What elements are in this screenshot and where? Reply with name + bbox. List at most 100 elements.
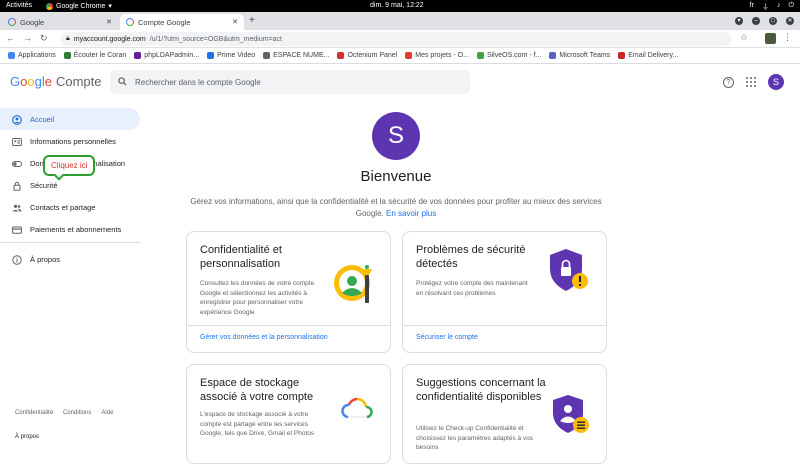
close-tab-icon[interactable]: ✕ xyxy=(106,18,112,26)
reload-icon[interactable]: ↻ xyxy=(40,33,48,44)
card-securite[interactable]: Problèmes de sécurité détectés Protégez … xyxy=(402,231,607,353)
bookmark-item[interactable]: Mes projets - O... xyxy=(405,52,469,59)
bookmarks-bar: Applications Écouter le Coran phpLDAPadmin… xyxy=(0,48,800,64)
minimize-icon[interactable]: – xyxy=(752,17,760,25)
page-title: Bienvenue xyxy=(360,168,432,185)
tab-google[interactable]: Google ✕ xyxy=(2,14,118,30)
card-stockage[interactable]: Espace de stockage associé à votre compt… xyxy=(186,364,391,464)
bookmark-favicon-icon xyxy=(134,52,142,59)
bookmark-item[interactable]: Octenium Panel xyxy=(337,52,397,59)
volume-icon[interactable]: ♪ xyxy=(777,2,781,12)
back-icon[interactable]: ← xyxy=(6,33,15,44)
activities-button[interactable]: Activités xyxy=(6,2,32,9)
url-path: /u/1/?utm_source=OGB&utm_medium=act xyxy=(149,35,283,43)
search-input[interactable]: Rechercher dans le compte Google xyxy=(110,70,470,94)
bookmark-item[interactable]: Prime Video xyxy=(207,52,255,59)
sidebar-item-securite[interactable]: Sécurité xyxy=(0,174,140,196)
apps-grid-icon xyxy=(8,52,15,59)
bookmark-favicon-icon xyxy=(405,52,413,59)
chrome-icon xyxy=(46,2,53,10)
search-placeholder: Rechercher dans le compte Google xyxy=(135,77,261,87)
sidebar-item-apropos[interactable]: À propos xyxy=(0,248,140,270)
help-icon[interactable]: ? xyxy=(723,76,734,88)
bookmark-favicon-icon xyxy=(337,52,345,59)
apps-grid-icon[interactable] xyxy=(746,77,756,87)
sidebar-item-label: Accueil xyxy=(30,114,55,124)
app-name: Google Chrome xyxy=(56,2,106,10)
google-wordmark: Google xyxy=(10,74,52,89)
bookmark-favicon-icon xyxy=(618,52,626,59)
bookmark-item[interactable]: ESPACE NUME... xyxy=(263,52,329,59)
bookmark-label: Applications xyxy=(18,52,56,59)
sidebar-item-paiements[interactable]: Paiements et abonnements xyxy=(0,218,140,240)
google-favicon-icon xyxy=(126,18,134,26)
clock[interactable]: dim. 9 mai, 12:22 xyxy=(370,2,424,9)
account-header: Google Compte Rechercher dans le compte … xyxy=(0,64,800,100)
people-icon xyxy=(12,203,22,212)
footer-link-confidentialite[interactable]: Confidentialité xyxy=(15,410,53,416)
bookmark-label: Octenium Panel xyxy=(347,52,398,59)
click-here-tooltip: Cliquez ici xyxy=(43,155,96,176)
url-field[interactable]: 🔒︎ myaccount.google.com/u/1/?utm_source=O… xyxy=(60,32,732,46)
learn-more-link[interactable]: En savoir plus xyxy=(386,209,436,218)
tab-label: Compte Google xyxy=(138,17,191,27)
bookmark-label: Email Delivery... xyxy=(628,52,679,59)
search-icon xyxy=(118,76,127,88)
bookmark-item[interactable]: phpLDAPadmin... xyxy=(134,52,199,59)
close-tab-icon[interactable]: ✕ xyxy=(232,18,238,26)
bookmark-item[interactable]: Email Delivery... xyxy=(618,52,678,59)
bookmark-item[interactable]: Écouter le Coran xyxy=(63,52,127,59)
card-title: Problèmes de sécurité détectés xyxy=(416,244,526,270)
sidebar-item-informations[interactable]: Informations personnelles xyxy=(0,130,140,152)
sidebar-item-label: Informations personnelles xyxy=(30,136,116,146)
card-icon xyxy=(12,225,22,234)
new-tab-button[interactable]: + xyxy=(249,15,255,26)
tab-strip: Google ✕ Compte Google ✕ + ▾ – □ ✕ xyxy=(0,12,800,30)
avatar[interactable]: S xyxy=(768,74,784,90)
address-bar-row: ← → ↻ 🔒︎ myaccount.google.com/u/1/?utm_sour… xyxy=(0,30,800,48)
footer-links: Confidentialité Conditions Aide xyxy=(15,410,113,416)
tab-label: Google xyxy=(20,17,45,27)
os-top-bar: Activités Google Chrome ▾ dim. 9 mai, 12:… xyxy=(0,0,800,12)
profile-avatar[interactable]: S xyxy=(372,112,420,160)
card-text: Protégez votre compte des maintenant en … xyxy=(416,280,528,297)
card-text: Utilisez le Check-up Confidentialité et … xyxy=(416,425,534,451)
card-link[interactable]: Sécuriser le compte xyxy=(403,325,606,349)
close-window-icon[interactable]: ✕ xyxy=(786,17,794,25)
power-icon[interactable]: ⏻ xyxy=(788,2,794,12)
tab-compte-google[interactable]: Compte Google ✕ xyxy=(120,14,244,30)
footer-link-aide[interactable]: Aide xyxy=(101,410,113,416)
sidebar-item-accueil[interactable]: Accueil xyxy=(0,108,140,130)
language-indicator[interactable]: fr xyxy=(750,2,754,12)
maximize-icon[interactable]: □ xyxy=(769,17,777,25)
bookmark-favicon-icon xyxy=(63,52,71,59)
forward-icon[interactable]: → xyxy=(23,33,32,44)
card-title: Suggestions concernant la confidentialit… xyxy=(416,377,546,403)
bookmark-item[interactable]: Applications xyxy=(8,52,56,59)
card-text: L'espace de stockage associé à votre com… xyxy=(200,411,315,437)
bookmark-label: phpLDAPadmin... xyxy=(144,52,200,59)
toggle-icon xyxy=(12,159,22,168)
network-icon[interactable]: ⏚ xyxy=(762,2,769,12)
google-account-logo[interactable]: Google Compte xyxy=(10,74,101,89)
footer-link-conditions[interactable]: Conditions xyxy=(63,410,91,416)
bookmark-star-icon[interactable]: ☆ xyxy=(740,32,748,43)
bookmark-item[interactable]: Microsoft Teams xyxy=(549,52,610,59)
app-menu[interactable]: Google Chrome ▾ xyxy=(46,2,112,10)
footer-apropos-link[interactable]: À propos xyxy=(15,434,39,440)
card-suggestions[interactable]: Suggestions concernant la confidentialit… xyxy=(402,364,607,464)
sidebar-divider xyxy=(0,242,140,243)
bookmark-label: SilveOS.com - f... xyxy=(486,52,542,59)
bookmark-favicon-icon xyxy=(476,52,484,59)
sidebar-item-contacts[interactable]: Contacts et partage xyxy=(0,196,140,218)
tab-search-icon[interactable]: ▾ xyxy=(735,17,743,25)
bookmark-item[interactable]: SilveOS.com - f... xyxy=(476,52,542,59)
profile-icon[interactable] xyxy=(765,33,776,44)
card-confidentialite[interactable]: Confidentialité et personnalisation Cons… xyxy=(186,231,391,353)
kebab-menu-icon[interactable]: ⋮ xyxy=(783,32,792,43)
info-icon xyxy=(12,254,22,265)
bookmark-label: Écouter le Coran xyxy=(73,52,127,59)
card-link[interactable]: Gérer vos données et la personnalisation xyxy=(187,325,390,349)
bookmark-label: Microsoft Teams xyxy=(559,52,611,59)
bookmark-label: Mes projets - O... xyxy=(415,52,469,59)
